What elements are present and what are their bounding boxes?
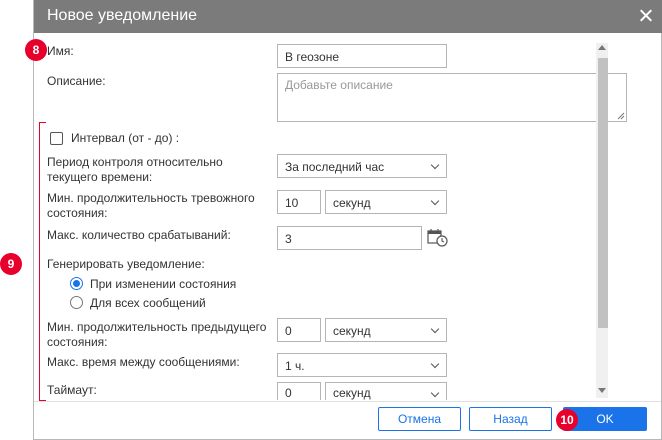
generate-notification-label: Генерировать уведомление: [47,257,205,271]
period-select[interactable]: За последний час [277,154,447,178]
scroll-down-icon[interactable] [598,388,606,393]
calendar-clock-icon[interactable] [427,228,449,248]
cancel-button[interactable]: Отмена [378,407,461,431]
back-button[interactable]: Назад [469,407,552,431]
resize-handle-icon[interactable] [617,112,625,120]
min-alarm-duration-label: Мин. продолжительность тревожного состоя… [47,191,255,220]
min-prev-duration-label: Мин. продолжительность предыдущего состо… [47,320,267,349]
max-between-messages-select[interactable]: 1 ч. [277,353,447,377]
radio-state-change[interactable] [70,277,83,290]
name-label: Имя: [47,44,74,58]
radio-all-messages-label: Для всех сообщений [90,296,206,310]
min-prev-unit-select[interactable]: секунд [325,318,447,342]
callout-10: 10 [556,409,578,431]
radio-state-change-label: При изменении состояния [90,277,237,291]
scroll-up-icon[interactable] [598,45,606,50]
timeout-input[interactable]: 0 [277,382,321,400]
description-textarea[interactable]: Добавьте описание [277,73,627,122]
description-label: Описание: [47,74,106,88]
max-trigger-count-label: Макс. количество срабатываний: [47,228,231,242]
max-trigger-count-input[interactable]: 3 [277,226,422,250]
dialog-title: Новое уведомление [47,7,198,24]
max-between-messages-label: Макс. время между сообщениями: [47,355,240,369]
timeout-label: Таймаут: [47,383,97,397]
callout-9-bracket [39,122,47,401]
callout-8: 8 [25,39,47,61]
period-label: Период контроля относительно текущего вр… [47,155,223,184]
dialog-titlebar: Новое уведомление [34,0,662,33]
interval-checkbox[interactable] [50,132,63,145]
callout-9: 9 [0,253,22,275]
footer-divider [34,401,661,402]
interval-label: Интервал (от - до) : [71,131,180,145]
radio-all-messages[interactable] [70,296,83,309]
min-prev-duration-input[interactable]: 0 [277,318,321,342]
scrollbar-thumb[interactable] [598,58,608,328]
description-placeholder: Добавьте описание [285,78,393,92]
min-alarm-duration-input[interactable]: 10 [277,190,321,214]
timeout-unit-select[interactable]: секунд [325,382,447,400]
close-icon[interactable] [636,6,656,26]
min-alarm-unit-select[interactable]: секунд [325,190,447,214]
name-input[interactable]: В геозоне [277,44,447,68]
